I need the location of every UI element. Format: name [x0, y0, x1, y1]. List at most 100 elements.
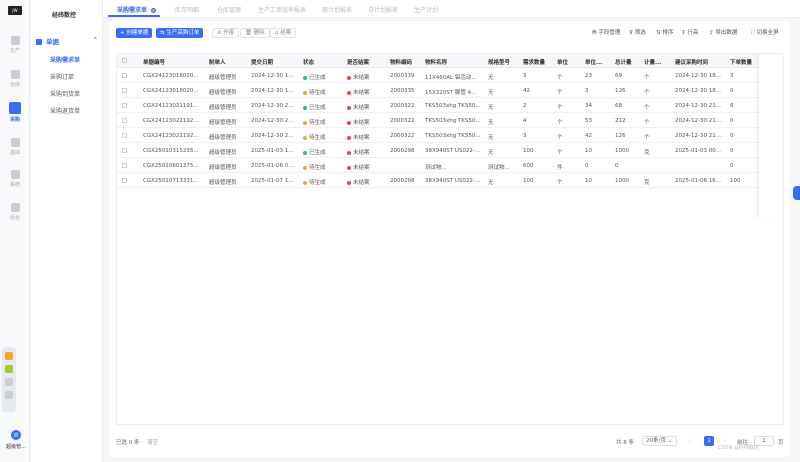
- status-dot: [303, 75, 307, 80]
- table-cell: 无: [488, 120, 494, 126]
- row-checkbox[interactable]: [122, 103, 127, 108]
- row-checkbox[interactable]: [122, 118, 127, 123]
- page-size-select[interactable]: 20条/页 ⌄: [642, 436, 677, 446]
- column-header[interactable]: 状态: [303, 58, 314, 66]
- column-header[interactable]: 单位...: [585, 58, 602, 66]
- side-float-button[interactable]: [793, 186, 800, 200]
- table-cell: 个: [557, 75, 563, 81]
- tab-daily-report[interactable]: 日计划报表: [368, 5, 398, 14]
- status-text: 已生成: [309, 150, 326, 156]
- user-profile[interactable]: 超 超级管...: [3, 430, 29, 450]
- column-header[interactable]: 物料编码: [390, 58, 412, 66]
- export-button[interactable]: ⇪ 导出数据: [709, 28, 737, 38]
- generate-po-button[interactable]: ⇆ 生产采购订单: [156, 28, 204, 38]
- prev-page-button[interactable]: ‹: [689, 438, 691, 444]
- close-icon[interactable]: ×: [151, 8, 157, 13]
- void-button[interactable]: ⊘ 作废: [212, 28, 240, 38]
- table-cell: 2000322: [390, 103, 415, 109]
- main-card: + 创建单据 ⇆ 生产采购订单 ⊘ 作废 🗑 删除 ⌂ 结案 ⛃ 字段管理 ⊽ …: [109, 21, 790, 457]
- nav-item-purchase-arrival[interactable]: 采购到货单: [50, 89, 80, 98]
- rail-item-label: 生产: [9, 48, 20, 54]
- case-status-text: 未结案: [353, 90, 370, 96]
- status-cell: 已生成: [303, 73, 326, 81]
- column-header[interactable]: 物料名称: [425, 58, 447, 66]
- tab-inventory-detail[interactable]: 库存明细: [175, 5, 199, 14]
- table-row[interactable]: CGX25010713331... 超级管理员 2025-01-07 1... 待生成…: [117, 173, 783, 188]
- rail-item[interactable]: 采购: [0, 102, 30, 130]
- table-row[interactable]: CGX24123021192... 超级管理员 2024-12-30 2... 待生成…: [117, 128, 783, 143]
- column-header[interactable]: 下单数量: [730, 58, 752, 66]
- row-checkbox[interactable]: [122, 133, 127, 138]
- tab-production-plan[interactable]: 生产计划: [414, 5, 438, 14]
- column-header[interactable]: 建议采购时间: [675, 58, 708, 66]
- rail-item[interactable]: 仓库: [0, 70, 30, 98]
- status-icon[interactable]: [5, 365, 13, 373]
- rail-item[interactable]: 后台: [0, 203, 30, 231]
- filter-button[interactable]: ⊽ 筛选: [629, 28, 646, 38]
- tab-purchase-requirement[interactable]: 采购需求单 ×: [117, 5, 157, 14]
- table-cell: TKS503xhg TKS50...: [425, 133, 481, 139]
- table-row[interactable]: CGX24123021191... 超级管理员 2024-12-30 2... 已生成…: [117, 98, 783, 113]
- column-header[interactable]: 单据编号: [143, 58, 165, 66]
- clear-selection-link[interactable]: 清空: [147, 438, 158, 446]
- page-1-button[interactable]: 1: [704, 436, 714, 446]
- tab-warehouse[interactable]: 仓库管理: [217, 5, 241, 14]
- field-management-button[interactable]: ⛃ 字段管理: [592, 28, 620, 38]
- fullscreen-button[interactable]: ⛶ 切换全屏: [751, 28, 779, 38]
- table-cell: 件: [557, 165, 563, 171]
- select-all-checkbox[interactable]: [122, 58, 127, 63]
- tool-icon[interactable]: [5, 378, 13, 386]
- row-checkbox[interactable]: [122, 73, 127, 78]
- table-cell: 2025-01-06 16...: [675, 178, 721, 184]
- column-header[interactable]: 单位: [557, 58, 568, 66]
- tab-weekly-report[interactable]: 周计划报表: [322, 5, 352, 14]
- delete-button[interactable]: 🗑 删除: [240, 28, 270, 38]
- close-case-button[interactable]: ⌂ 结案: [270, 28, 297, 38]
- table-row[interactable]: CGX25010601375... 超级管理员 2025-01-06 0... 待生成…: [117, 158, 783, 173]
- table-row[interactable]: CGX24123018020... 超级管理员 2024-12-30 1... 待生成…: [117, 83, 783, 98]
- sort-button[interactable]: ⇅ 排序: [656, 28, 673, 38]
- table-row[interactable]: CGX25010315235... 超级管理员 2025-01-03 1... 已生成…: [117, 143, 783, 158]
- table-cell: 100: [523, 178, 534, 184]
- column-header[interactable]: 总计量: [615, 58, 632, 66]
- settings-icon[interactable]: [5, 391, 13, 399]
- create-document-button[interactable]: + 创建单据: [116, 28, 153, 38]
- row-checkbox[interactable]: [122, 178, 127, 183]
- column-header[interactable]: 规格型号: [488, 58, 510, 66]
- field-mgmt-label: 字段管理: [598, 30, 621, 36]
- column-header[interactable]: 是否结案: [347, 58, 369, 66]
- backend-icon: [10, 203, 20, 212]
- row-height-button[interactable]: ↕ 行高: [681, 28, 698, 38]
- case-status-dot: [347, 135, 351, 140]
- column-header[interactable]: 提交日期: [251, 58, 273, 66]
- rail-item[interactable]: 系统: [0, 170, 30, 198]
- table-cell: 1000: [615, 148, 629, 154]
- column-header[interactable]: 计量...: [644, 58, 661, 66]
- column-header[interactable]: 需求数量: [523, 58, 545, 66]
- status-text: 已生成: [309, 75, 326, 81]
- table-cell: 个: [557, 90, 563, 96]
- rail-item[interactable]: 生产: [0, 36, 30, 64]
- table-cell: 0: [730, 163, 734, 169]
- table-cell: 6: [730, 103, 734, 109]
- table-cell: 个: [644, 90, 650, 96]
- rail-item[interactable]: 基础: [0, 138, 30, 166]
- column-header[interactable]: 制单人: [209, 58, 226, 66]
- row-checkbox[interactable]: [122, 163, 127, 168]
- table-cell: 0: [730, 118, 734, 124]
- nav-group-documents[interactable]: 单据 ⌃: [36, 36, 100, 46]
- row-checkbox[interactable]: [122, 88, 127, 93]
- table-row[interactable]: CGX24123018020... 超级管理员 2024-12-30 1... 已生成…: [117, 68, 783, 83]
- table-cell: 0: [730, 148, 734, 154]
- nav-item-purchase-order[interactable]: 采购订单: [50, 72, 74, 81]
- tab-work-order-report[interactable]: 生产工单效率报表: [258, 5, 306, 14]
- nav-item-purchase-return[interactable]: 采购退货单: [50, 106, 80, 115]
- notify-icon[interactable]: [5, 352, 13, 360]
- nav-item-purchase-requirement[interactable]: 采购需求单: [50, 55, 80, 64]
- table-row[interactable]: CGX24123021192... 超级管理员 2024-12-30 2... 待生成…: [117, 113, 783, 128]
- row-checkbox[interactable]: [122, 148, 127, 153]
- table-cell: 3: [523, 133, 527, 139]
- table-cell: 126: [615, 133, 626, 139]
- table-cell: CGX24123018020...: [143, 73, 199, 79]
- status-dot: [303, 180, 307, 185]
